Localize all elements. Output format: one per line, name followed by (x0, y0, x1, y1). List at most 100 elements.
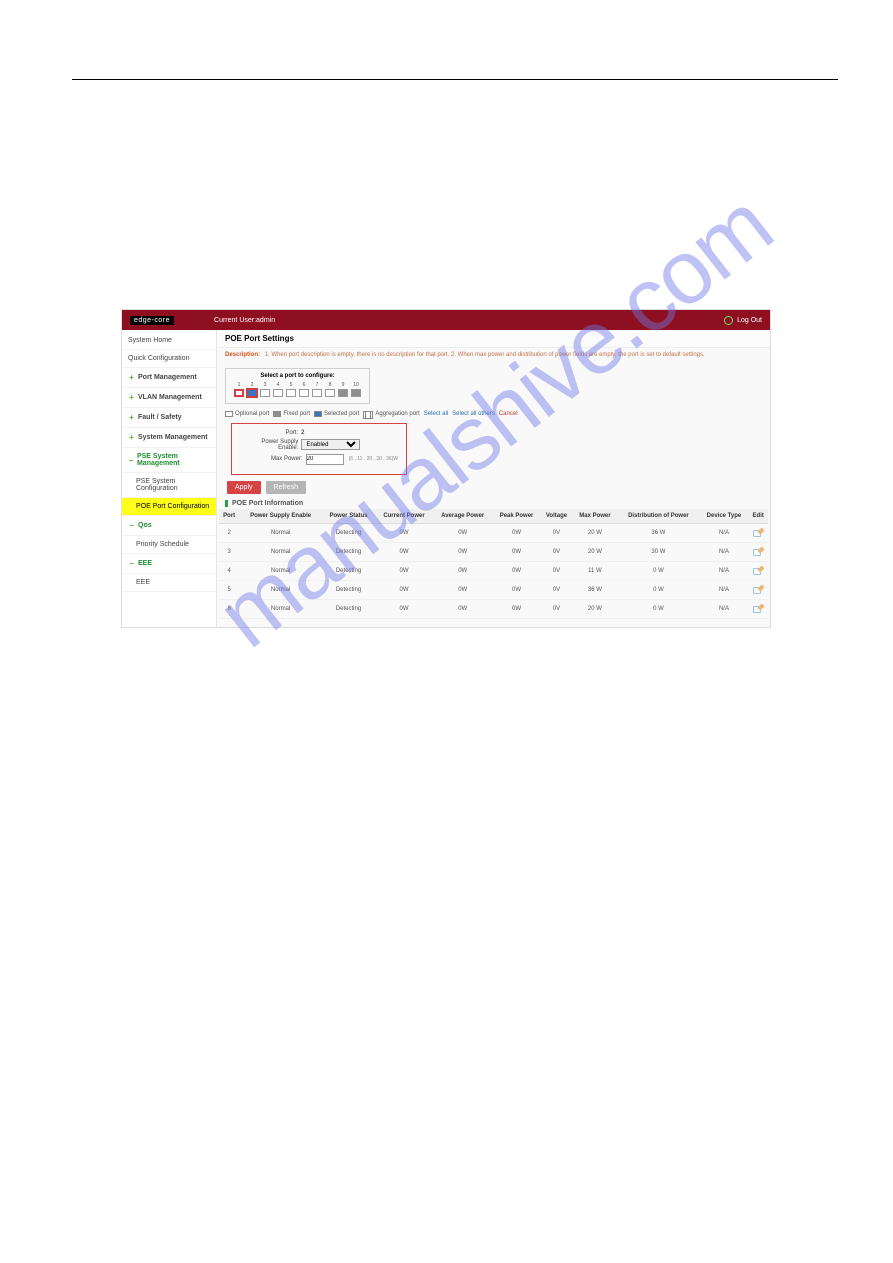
port-box-10[interactable] (351, 389, 361, 397)
edit-icon[interactable] (753, 566, 763, 574)
sidebar-item-system-home[interactable]: System Home (122, 332, 216, 350)
description-text: 1. When port description is empty, there… (265, 352, 705, 358)
table-row: 3NormalDetecting0W0W0W0V20 W30 WN/A (219, 542, 768, 561)
table-cell: 20 W (572, 523, 617, 542)
table-header: Peak Power (493, 509, 541, 524)
port-number: 8 (329, 382, 332, 388)
table-cell: N/A (699, 561, 748, 580)
brand-logo: edge-core (130, 316, 174, 325)
sidebar-item-port-mgmt[interactable]: +Port Management (122, 368, 216, 388)
sidebar-item-fault-safety[interactable]: +Fault / Safety (122, 408, 216, 428)
table-cell: Detecting (322, 542, 375, 561)
sidebar-item-quick-config[interactable]: Quick Configuration (122, 350, 216, 368)
port-box-8[interactable] (325, 389, 335, 397)
table-cell: N/A (699, 580, 748, 599)
table-cell: Detecting (322, 561, 375, 580)
table-header: Device Type (699, 509, 748, 524)
sidebar-item-priority-schedule[interactable]: Priority Schedule (122, 536, 216, 554)
port-box-5[interactable] (286, 389, 296, 397)
page-title: POE Port Settings (217, 330, 770, 348)
port-select-title: Select a port to configure: (234, 373, 361, 379)
port-number: 4 (277, 382, 280, 388)
table-header: Current Power (375, 509, 433, 524)
table-cell: N/A (699, 523, 748, 542)
sidebar-item-vlan-mgmt[interactable]: +VLAN Management (122, 388, 216, 408)
table-cell: 0W (375, 580, 433, 599)
config-maxpower-hint: (6 , 11 , 20 , 30 , 36)W (349, 456, 398, 462)
content-area: POE Port Settings Description: 1. When p… (217, 330, 770, 627)
table-cell: Normal (239, 542, 322, 561)
edit-icon[interactable] (753, 585, 763, 593)
sidebar-item-eee[interactable]: −EEE (122, 554, 216, 574)
table-cell: 20 W (572, 542, 617, 561)
sidebar-item-eee-sub[interactable]: EEE (122, 574, 216, 592)
sidebar-item-system-mgmt[interactable]: +System Management (122, 428, 216, 448)
table-cell: 0W (375, 542, 433, 561)
table-cell: 0W (433, 561, 493, 580)
table-row: 5NormalDetecting0W0W0W0V36 W0 WN/A (219, 580, 768, 599)
table-cell: 0W (433, 599, 493, 618)
table-row: 8NormalDetecting0W0W0W0V20 W0 WN/A (219, 599, 768, 618)
port-box-1[interactable] (234, 389, 244, 397)
ports-row: 12345678910 (234, 382, 361, 397)
config-pse-label: Power Supply Enable: (240, 439, 298, 451)
table-header: Edit (748, 509, 768, 524)
cancel-link[interactable]: Cancel (499, 411, 518, 417)
sidebar-item-pse-system-config[interactable]: PSE System Configuration (122, 473, 216, 498)
port-number: 2 (251, 382, 254, 388)
table-cell: 36 W (572, 580, 617, 599)
port-box-6[interactable] (299, 389, 309, 397)
legend-aggregation-icon (363, 411, 373, 417)
table-header: Power Supply Enable (239, 509, 322, 524)
table-cell: 0 W (617, 561, 699, 580)
table-header: Power Status (322, 509, 375, 524)
config-maxpower-input[interactable] (306, 454, 344, 465)
port-box-2[interactable] (247, 389, 257, 397)
select-others-link[interactable]: Select all others (452, 411, 495, 417)
table-cell: 0W (493, 561, 541, 580)
port-number: 10 (353, 382, 359, 388)
table-cell: 0V (540, 523, 572, 542)
sidebar-item-poe-port-config[interactable]: POE Port Configuration (122, 498, 216, 516)
table-cell: N/A (699, 542, 748, 561)
table-cell: Normal (239, 599, 322, 618)
legend-row: Optional port Fixed port Selected port A… (225, 411, 762, 417)
current-user-label: Current User:admin (214, 317, 275, 324)
table-cell: 2 (219, 523, 239, 542)
description-label: Description: (225, 352, 260, 358)
header-bar: edge-core Current User:admin Log Out (122, 310, 770, 330)
edit-icon[interactable] (753, 604, 763, 612)
port-box-9[interactable] (338, 389, 348, 397)
table-cell: 0W (493, 542, 541, 561)
poe-info-table: PortPower Supply EnablePower StatusCurre… (219, 509, 768, 619)
legend-fixed-icon (273, 411, 281, 417)
table-cell: 36 W (617, 523, 699, 542)
sidebar-item-pse-system-mgmt[interactable]: −PSE System Management (122, 448, 216, 473)
refresh-button[interactable]: Refresh (266, 481, 307, 494)
select-all-link[interactable]: Select all (424, 411, 448, 417)
table-cell: 0W (433, 542, 493, 561)
apply-button[interactable]: Apply (227, 481, 261, 494)
table-cell: 0V (540, 561, 572, 580)
top-rule (72, 79, 838, 80)
table-cell: 0V (540, 542, 572, 561)
port-number: 7 (316, 382, 319, 388)
port-box-3[interactable] (260, 389, 270, 397)
edit-icon[interactable] (753, 528, 763, 536)
port-box-4[interactable] (273, 389, 283, 397)
table-row: 4NormalDetecting0W0W0W0V11 W0 WN/A (219, 561, 768, 580)
config-port-label: Port: (240, 430, 298, 436)
table-cell: Detecting (322, 580, 375, 599)
table-cell: 3 (219, 542, 239, 561)
port-number: 6 (303, 382, 306, 388)
sidebar-item-qos[interactable]: −Qos (122, 516, 216, 536)
legend-optional: Optional port (235, 411, 269, 417)
port-select-panel: Select a port to configure: 12345678910 (225, 368, 370, 404)
config-pse-select[interactable]: Enabled (301, 439, 360, 450)
table-cell: N/A (699, 599, 748, 618)
edit-icon[interactable] (753, 547, 763, 555)
legend-selected-icon (314, 411, 322, 417)
port-box-7[interactable] (312, 389, 322, 397)
logout-link[interactable]: Log Out (737, 317, 762, 324)
table-cell: 0 W (617, 580, 699, 599)
